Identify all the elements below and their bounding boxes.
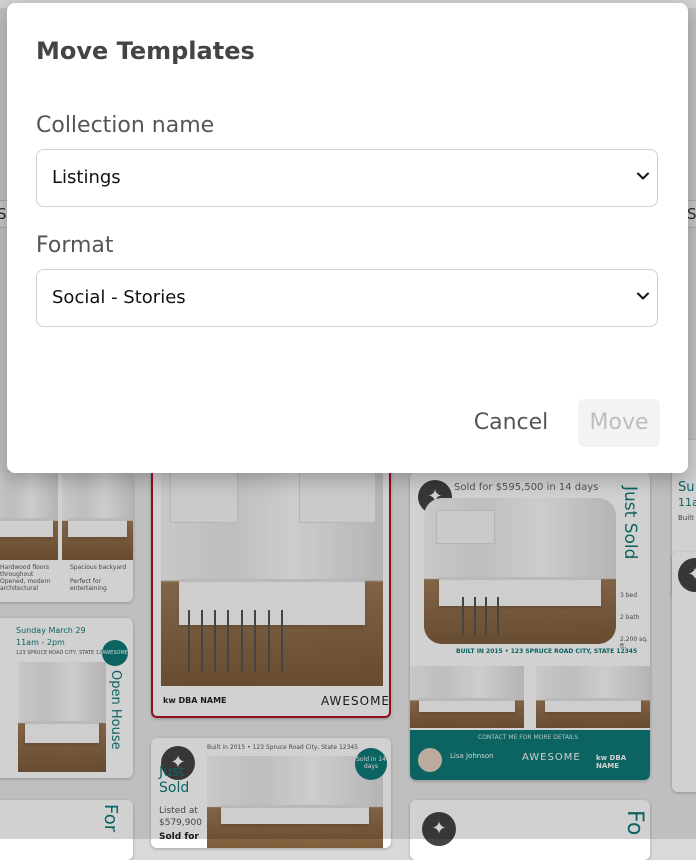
collection-name-label: Collection name (36, 113, 215, 138)
move-button[interactable]: Move (578, 399, 660, 447)
chevron-down-icon (637, 172, 649, 180)
dialog-title: Move Templates (36, 37, 255, 65)
chevron-down-icon (637, 292, 649, 300)
move-templates-dialog: Move Templates Collection name Listings … (7, 3, 688, 473)
collection-name-select[interactable]: Listings (36, 149, 658, 207)
format-value: Social - Stories (52, 287, 186, 308)
collection-name-value: Listings (52, 167, 121, 188)
cancel-button[interactable]: Cancel (465, 401, 557, 445)
format-label: Format (36, 233, 114, 258)
format-select[interactable]: Social - Stories (36, 269, 658, 327)
